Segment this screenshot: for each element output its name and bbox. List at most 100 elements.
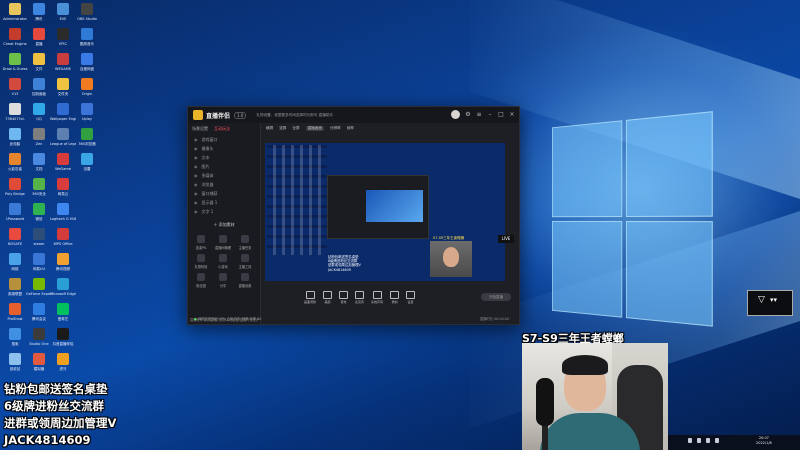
dots-icon: ▾▾ (770, 296, 778, 304)
bottom-tool-icon (305, 290, 315, 299)
desktop-icon-label: EPIC (59, 42, 67, 46)
tool-item[interactable]: 主播工具 (234, 254, 256, 269)
minimize-icon[interactable]: – (487, 111, 493, 118)
tool-item[interactable]: 小游戏 (212, 254, 234, 269)
live-duration: 直播时长 00:00:00 (479, 317, 509, 321)
eye-icon[interactable]: ◉ (194, 164, 198, 169)
promo-line: JACK4814609 (4, 433, 91, 447)
bottom-tool[interactable]: 美颜 (323, 290, 333, 304)
app-icon (9, 203, 21, 215)
stream-preview[interactable]: S7-S9三年王者螳螂 钻粉包邮送签名桌垫 6级牌进粉丝交流群 进群或领周边加管… (265, 143, 505, 281)
desktop-icon-label: 抖音直播伴侣 (52, 342, 74, 346)
maximize-icon[interactable]: □ (498, 111, 504, 118)
eye-icon[interactable]: ◉ (194, 137, 198, 142)
eye-icon[interactable]: ◉ (194, 146, 198, 151)
source-label: 游戏窗口 (201, 136, 218, 142)
tool-item[interactable]: 直播间管理 (212, 235, 234, 250)
source-item[interactable]: ◉ 多媒体 (188, 171, 260, 180)
live-companion-window[interactable]: 直播伴侣 1.0 礼物设置，依据更多时间选择时长即可 直播助手 ⚙ ≡ – □ … (187, 106, 520, 325)
desktop-icon-label: V13 (11, 92, 19, 96)
desktop-icon-label: 迅雷 (83, 167, 91, 171)
desktop-icon[interactable]: 模拟器 (26, 353, 52, 383)
tool-icon (219, 254, 227, 262)
app-icon (9, 178, 21, 190)
source-item[interactable]: ◉ 文字 1 (188, 207, 260, 216)
eye-icon[interactable]: ◉ (194, 200, 198, 205)
ime-icon[interactable] (706, 438, 710, 443)
preview-toolbar-item[interactable]: 竖屏 (279, 126, 286, 131)
tool-item[interactable]: 主播任务 (234, 235, 256, 250)
desktop-icon[interactable]: 回收站 (2, 353, 28, 383)
volume-icon[interactable] (697, 438, 701, 443)
app-notice: 礼物设置，依据更多时间选择时长即可 直播助手 (256, 112, 334, 117)
bottom-tool[interactable]: 麦克风 (355, 290, 364, 304)
add-source-button[interactable]: ＋ 添加素材 (188, 222, 260, 228)
app-icon (33, 128, 45, 140)
desktop-icon-label: WEGAME (54, 67, 71, 71)
tool-item[interactable]: 礼物特效 (190, 254, 212, 269)
tool-item[interactable]: 连麦PK (190, 235, 212, 250)
bottom-tool[interactable]: 录制 (390, 290, 400, 304)
app-icon (33, 28, 45, 40)
close-icon[interactable]: × (509, 111, 515, 118)
tool-label: 粉丝团 (196, 284, 206, 288)
bottom-tool[interactable]: 音效 (339, 290, 349, 304)
app-titlebar: 直播伴侣 1.0 礼物设置，依据更多时间选择时长即可 直播助手 ⚙ ≡ – □ … (188, 107, 519, 123)
source-item[interactable]: ◉ 摄像头 (188, 144, 260, 153)
desktop-icon-label: WPS Office (53, 242, 73, 246)
preview-toolbar-item[interactable]: 帧率 (347, 126, 354, 131)
webcam-streamer-hair (562, 355, 608, 375)
source-item[interactable]: ◉ 文本 (188, 153, 260, 162)
app-icon (9, 353, 21, 365)
tool-item[interactable]: 粉丝团 (190, 273, 212, 288)
floating-mini-widget[interactable]: ▽ ▾▾ (747, 290, 793, 316)
preview-toolbar-item[interactable]: 分辨率 (330, 126, 341, 131)
source-item[interactable]: ◉ 窗口捕获 (188, 189, 260, 198)
eye-icon[interactable]: ◉ (194, 209, 198, 214)
desktop-icon-label: ProShow (7, 317, 23, 321)
desktop-icon[interactable]: 迅雷 (74, 153, 100, 183)
bottom-tool[interactable]: 系统声音 (371, 290, 383, 304)
app-icon (57, 28, 69, 40)
network-icon[interactable] (688, 438, 692, 443)
source-item[interactable]: ◉ 显示器 1 (188, 198, 260, 207)
app-icon (33, 203, 45, 215)
preview-webcam-face (443, 247, 459, 267)
tool-item[interactable]: 直播设置 (234, 273, 256, 288)
source-item[interactable]: ◉ 浏览器 (188, 180, 260, 189)
tab-interactive[interactable]: 互动玩法 (214, 126, 230, 132)
user-avatar[interactable] (451, 110, 460, 119)
app-icon (9, 153, 21, 165)
desktop-icon[interactable]: 虎牙 (50, 353, 76, 383)
tool-grid: 连麦PK 直播间管理 主播任务礼物特效 小游戏 主播工具粉丝团 分享 直播设置 (190, 235, 258, 288)
battery-icon[interactable] (715, 438, 719, 443)
bottom-tool[interactable]: 画面调整 (304, 290, 316, 304)
tool-icon (219, 235, 227, 243)
menu-icon[interactable]: ≡ (476, 111, 482, 118)
status-text: 网络状态良好 CPU 占用 内存 码率 帧率 60 (197, 317, 262, 321)
source-item[interactable]: ◉ 图片 (188, 162, 260, 171)
status-ok-icon: ● (194, 317, 197, 321)
desktop-icon-label: 搜索 (11, 342, 19, 346)
tab-scene-settings[interactable]: 场景设置 (192, 126, 208, 132)
source-item[interactable]: ◉ 游戏窗口 (188, 135, 260, 144)
taskbar-clock[interactable]: 20:07 2022/1/8 (756, 436, 772, 446)
tool-icon (219, 273, 227, 281)
preview-toolbar-item[interactable]: 直播画面 (305, 125, 324, 131)
settings-icon[interactable]: ⚙ (465, 111, 471, 118)
eye-icon[interactable]: ◉ (194, 182, 198, 187)
tool-item[interactable]: 分享 (212, 273, 234, 288)
preview-toolbar-item[interactable]: 全屏 (292, 126, 299, 131)
app-icon (81, 3, 93, 15)
eye-icon[interactable]: ◉ (194, 191, 198, 196)
source-label: 文本 (201, 154, 210, 160)
desktop-icon-label: steam (33, 242, 45, 246)
preview-nested-window (327, 175, 429, 239)
bottom-tool[interactable]: 设置 (406, 290, 416, 304)
promo-line: 6级牌进粉丝交流群 (4, 399, 105, 413)
start-live-button[interactable]: 开始直播 (481, 293, 511, 301)
preview-toolbar-item[interactable]: 横屏 (266, 126, 273, 131)
eye-icon[interactable]: ◉ (194, 173, 198, 178)
app-icon (57, 103, 69, 115)
eye-icon[interactable]: ◉ (194, 155, 198, 160)
